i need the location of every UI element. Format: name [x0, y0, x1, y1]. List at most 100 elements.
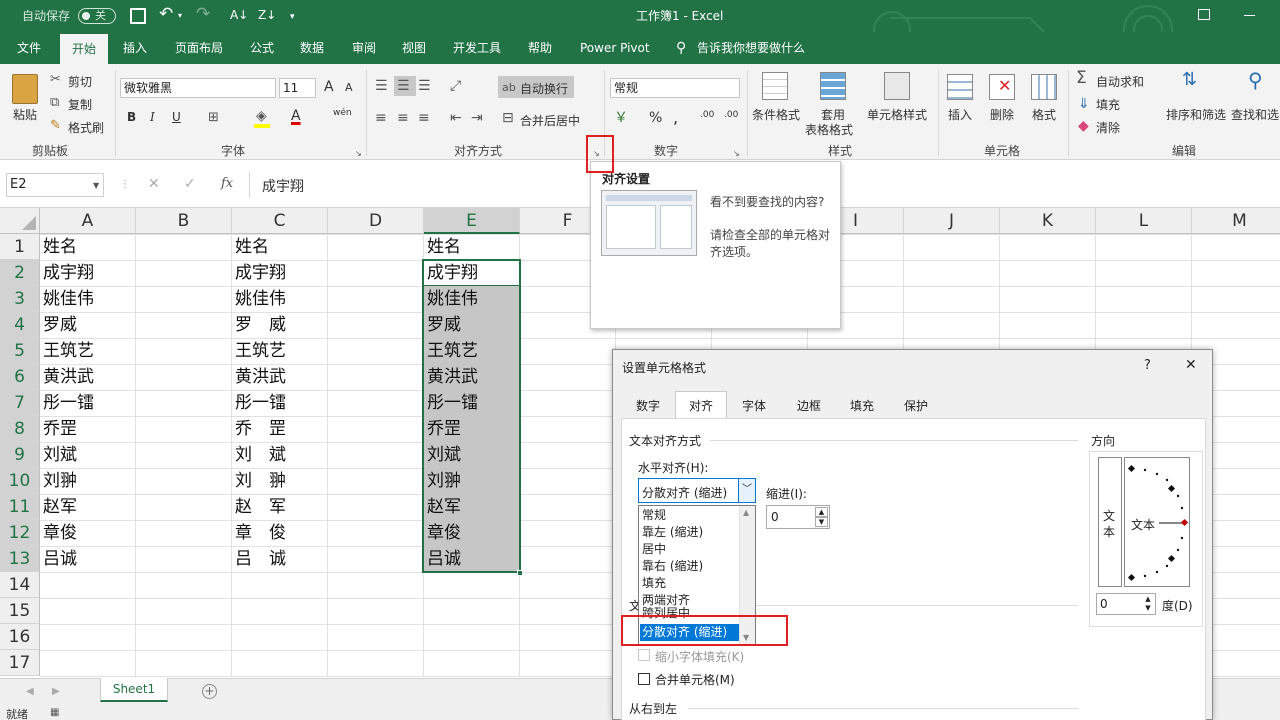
row-header[interactable]: 11: [0, 494, 40, 520]
column-header[interactable]: D: [328, 208, 424, 234]
row-header[interactable]: 14: [0, 572, 40, 598]
dialog-tab-protection[interactable]: 保护: [895, 394, 937, 418]
insert-cells-button[interactable]: 插入: [948, 106, 972, 123]
ribbon-display-icon[interactable]: [1198, 9, 1210, 20]
dropdown-arrow-icon[interactable]: ﹀: [738, 479, 755, 502]
insert-function-button[interactable]: fx: [221, 176, 233, 192]
orientation-dial[interactable]: 文本: [1124, 457, 1190, 587]
cell[interactable]: 吕 诚: [232, 546, 328, 572]
row-header[interactable]: 9: [0, 442, 40, 468]
decrease-indent-icon[interactable]: ⇤: [450, 110, 462, 126]
row-header[interactable]: 1: [0, 234, 40, 260]
name-box[interactable]: E2: [6, 173, 104, 197]
cell[interactable]: 姓名: [40, 234, 136, 260]
eraser-icon[interactable]: ◆: [1078, 118, 1089, 134]
paint-bucket-icon[interactable]: ◈: [256, 108, 267, 124]
autosum-icon[interactable]: Σ: [1076, 70, 1087, 87]
italic-button[interactable]: I: [150, 110, 155, 124]
option-right-indent[interactable]: 靠右 (缩进): [640, 558, 740, 575]
formula-input[interactable]: 成宇翔: [262, 176, 304, 196]
scroll-next-sheet-icon[interactable]: ▶: [52, 684, 60, 700]
percent-button[interactable]: %: [649, 110, 662, 126]
column-header[interactable]: E: [424, 208, 520, 234]
cell-styles-button[interactable]: 单元格样式: [867, 106, 927, 123]
align-bottom-icon[interactable]: ☰: [418, 78, 431, 94]
macro-record-icon[interactable]: ▦: [50, 705, 59, 720]
decrease-decimal-button[interactable]: .00: [724, 110, 738, 120]
lightbulb-icon[interactable]: ⚲: [676, 32, 686, 64]
column-header[interactable]: M: [1192, 208, 1280, 234]
tab-data[interactable]: 数据: [300, 32, 324, 64]
tab-help[interactable]: 帮助: [528, 32, 552, 64]
spin-down-icon[interactable]: ▼: [815, 517, 828, 527]
row-header[interactable]: 7: [0, 390, 40, 416]
horizontal-align-select[interactable]: 分散对齐 (缩进) ﹀: [638, 478, 756, 503]
scroll-prev-sheet-icon[interactable]: ◀: [26, 684, 34, 700]
cut-icon[interactable]: ✂: [50, 72, 61, 88]
cancel-icon[interactable]: ✕: [148, 176, 160, 192]
row-header[interactable]: 6: [0, 364, 40, 390]
cell[interactable]: 姚佳伟: [232, 286, 328, 312]
format-cells-button[interactable]: 格式: [1032, 106, 1056, 123]
format-painter-icon[interactable]: ✎: [50, 118, 61, 134]
tab-page-layout[interactable]: 页面布局: [175, 32, 223, 64]
align-right-icon[interactable]: ≡: [418, 110, 430, 126]
number-format-select[interactable]: 常规: [610, 78, 740, 98]
help-button[interactable]: ?: [1144, 358, 1151, 373]
cell[interactable]: 黄洪武: [232, 364, 328, 390]
sort-asc-icon[interactable]: A↓: [230, 7, 248, 23]
currency-icon[interactable]: ￥: [614, 110, 628, 126]
sort-filter-button[interactable]: 排序和筛选: [1166, 106, 1226, 123]
dialog-tab-number[interactable]: 数字: [627, 394, 669, 418]
undo-dropdown-icon[interactable]: ▾: [178, 8, 182, 24]
tab-developer[interactable]: 开发工具: [453, 32, 501, 64]
sheet-tab-sheet1[interactable]: Sheet1: [100, 678, 168, 702]
row-header[interactable]: 8: [0, 416, 40, 442]
active-cell[interactable]: [423, 260, 520, 286]
indent-spinner[interactable]: 0 ▲ ▼: [766, 505, 830, 529]
tab-formulas[interactable]: 公式: [250, 32, 274, 64]
merge-center-icon[interactable]: ⊟: [502, 110, 514, 126]
border-icon[interactable]: ⊞: [208, 110, 219, 126]
align-top-icon[interactable]: ☰: [375, 78, 388, 94]
autosave-toggle[interactable]: 关: [78, 8, 116, 24]
paste-button[interactable]: 粘贴: [13, 106, 37, 123]
dialog-tab-alignment[interactable]: 对齐: [675, 391, 727, 419]
cell[interactable]: 章 俊: [232, 520, 328, 546]
clear-button[interactable]: 清除: [1096, 119, 1120, 136]
cell[interactable]: 罗威: [40, 312, 136, 338]
row-header[interactable]: 17: [0, 650, 40, 676]
cut-button[interactable]: 剪切: [68, 73, 92, 90]
cell[interactable]: 刘 翀: [232, 468, 328, 494]
insert-cells-icon[interactable]: [947, 74, 973, 100]
option-center[interactable]: 居中: [640, 541, 740, 558]
fill-button[interactable]: 填充: [1096, 96, 1120, 113]
column-header[interactable]: B: [136, 208, 232, 234]
cell[interactable]: 彤一镭: [40, 390, 136, 416]
row-header[interactable]: 3: [0, 286, 40, 312]
add-sheet-icon[interactable]: +: [202, 684, 217, 699]
undo-icon[interactable]: ↶: [159, 6, 173, 23]
cell[interactable]: 姚佳伟: [40, 286, 136, 312]
bold-button[interactable]: B: [127, 110, 136, 124]
fill-handle[interactable]: [517, 570, 523, 576]
cell[interactable]: 王筑艺: [40, 338, 136, 364]
cell[interactable]: 章俊: [40, 520, 136, 546]
find-icon[interactable]: ⚲: [1248, 70, 1263, 90]
option-left-indent[interactable]: 靠左 (缩进): [640, 524, 740, 541]
vertical-text-box[interactable]: 文本: [1098, 457, 1122, 587]
format-cells-icon[interactable]: [1031, 74, 1057, 100]
cell[interactable]: 姓名: [232, 234, 328, 260]
cell[interactable]: 罗 威: [232, 312, 328, 338]
row-header[interactable]: 10: [0, 468, 40, 494]
cell[interactable]: 刘翀: [40, 468, 136, 494]
spin-down-icon[interactable]: ▼: [1142, 604, 1154, 613]
cell-styles-icon[interactable]: [884, 72, 910, 100]
column-header[interactable]: K: [1000, 208, 1096, 234]
name-box-dropdown-icon[interactable]: ▼: [93, 178, 99, 194]
cell[interactable]: 成宇翔: [40, 260, 136, 286]
cell[interactable]: 彤一镭: [232, 390, 328, 416]
redo-icon[interactable]: ↷: [196, 6, 210, 23]
font-name-select[interactable]: 微软雅黑: [120, 78, 276, 98]
cell[interactable]: 刘 斌: [232, 442, 328, 468]
